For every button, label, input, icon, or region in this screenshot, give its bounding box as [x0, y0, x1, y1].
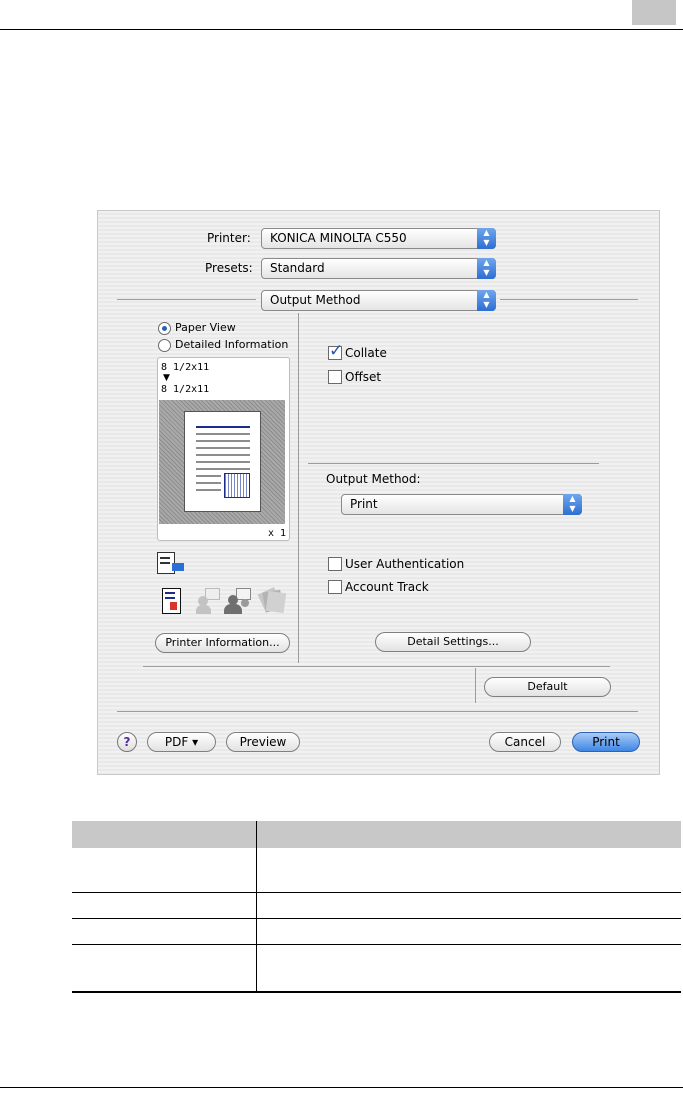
paper-output-size: 8 1/2x11	[161, 384, 210, 395]
help-button[interactable]: ?	[117, 732, 137, 752]
sheet-line	[196, 468, 250, 470]
account-track-checkbox[interactable]	[328, 580, 342, 594]
table-row	[72, 918, 681, 945]
table-header-row	[72, 821, 681, 848]
down-arrow-icon: ▼	[163, 373, 170, 383]
document-icon	[162, 588, 182, 614]
stack-pages-icon	[257, 586, 287, 616]
copies-count: x 1	[268, 528, 287, 539]
detail-settings-button[interactable]: Detail Settings...	[375, 632, 531, 652]
output-method-label: Output Method:	[326, 472, 421, 486]
footer-rule	[0, 1087, 683, 1088]
printer-popup[interactable]: KONICA MINOLTA C550 ▲ ▼	[261, 228, 496, 249]
table-row	[72, 848, 681, 893]
panel-popup[interactable]: Output Method ▲ ▼	[261, 290, 496, 311]
table-cell	[256, 892, 681, 919]
user-authentication-label: User Authentication	[345, 557, 465, 571]
account-users-icon	[224, 588, 252, 614]
sheet-line	[196, 433, 250, 435]
pdf-button[interactable]: PDF ▾	[147, 732, 216, 752]
offset-label: Offset	[345, 370, 382, 384]
paper-source-size: 8 1/2x11	[161, 362, 210, 373]
sheet-line	[196, 475, 221, 477]
sheet-line	[196, 447, 250, 449]
panel-separator-left	[117, 299, 256, 300]
detailed-information-label: Detailed Information	[175, 338, 289, 351]
table-header-cell	[256, 821, 681, 848]
settings-table	[72, 821, 681, 993]
presets-label: Presets:	[205, 261, 253, 275]
presets-popup[interactable]: Standard ▲ ▼	[261, 258, 496, 279]
table-cell	[72, 892, 257, 919]
sheet-line	[196, 489, 221, 491]
checkmark-icon: ✓	[329, 341, 344, 361]
table-row	[72, 892, 681, 919]
panel-value: Output Method	[270, 293, 361, 307]
printer-value: KONICA MINOLTA C550	[270, 231, 407, 245]
table-cell	[72, 944, 257, 993]
panel-separator-right	[500, 299, 638, 300]
detailed-information-radio[interactable]	[158, 339, 171, 352]
account-track-label: Account Track	[345, 580, 429, 594]
page-number-box	[632, 0, 676, 25]
table-cell	[256, 944, 681, 993]
table-header-cell	[72, 821, 257, 848]
offset-checkbox[interactable]	[328, 370, 342, 384]
output-method-popup[interactable]: Print ▲ ▼	[341, 494, 582, 515]
table-cell	[72, 918, 257, 945]
popup-arrows-icon: ▲ ▼	[477, 228, 496, 249]
paper-view-radio[interactable]	[158, 322, 171, 335]
paper-sheet	[184, 411, 261, 512]
popup-arrows-icon: ▲ ▼	[563, 494, 582, 515]
table-cell	[256, 918, 681, 945]
printer-label: Printer:	[207, 231, 251, 245]
default-separator	[475, 668, 476, 703]
sheet-title-line	[196, 426, 250, 428]
presets-value: Standard	[270, 261, 325, 275]
popup-arrows-icon: ▲ ▼	[477, 258, 496, 279]
user-icon-disabled	[196, 588, 220, 614]
collate-label: Collate	[345, 346, 387, 360]
popup-arrows-icon: ▲ ▼	[477, 290, 496, 311]
header-rule	[0, 29, 683, 30]
printer-information-button[interactable]: Printer Information...	[155, 633, 290, 653]
bottom-separator	[143, 666, 610, 667]
table-row	[72, 944, 681, 993]
paper-view-label: Paper View	[175, 321, 236, 334]
table-cell	[256, 848, 681, 893]
user-authentication-checkbox[interactable]	[328, 557, 342, 571]
sheet-image-block	[224, 473, 250, 498]
sheet-line	[196, 461, 250, 463]
default-button[interactable]: Default	[484, 677, 611, 697]
footer-separator	[117, 711, 638, 712]
device-output-icon	[157, 552, 187, 580]
cancel-button[interactable]: Cancel	[489, 732, 561, 752]
preview-button[interactable]: Preview	[226, 732, 300, 752]
output-method-value: Print	[350, 497, 378, 511]
sheet-line	[196, 482, 221, 484]
column-separator	[298, 313, 299, 663]
sheet-line	[196, 440, 250, 442]
output-separator	[308, 463, 599, 464]
collate-checkbox[interactable]: ✓	[328, 341, 343, 361]
sheet-line	[196, 454, 250, 456]
table-cell	[72, 848, 257, 893]
print-button[interactable]: Print	[572, 732, 640, 752]
